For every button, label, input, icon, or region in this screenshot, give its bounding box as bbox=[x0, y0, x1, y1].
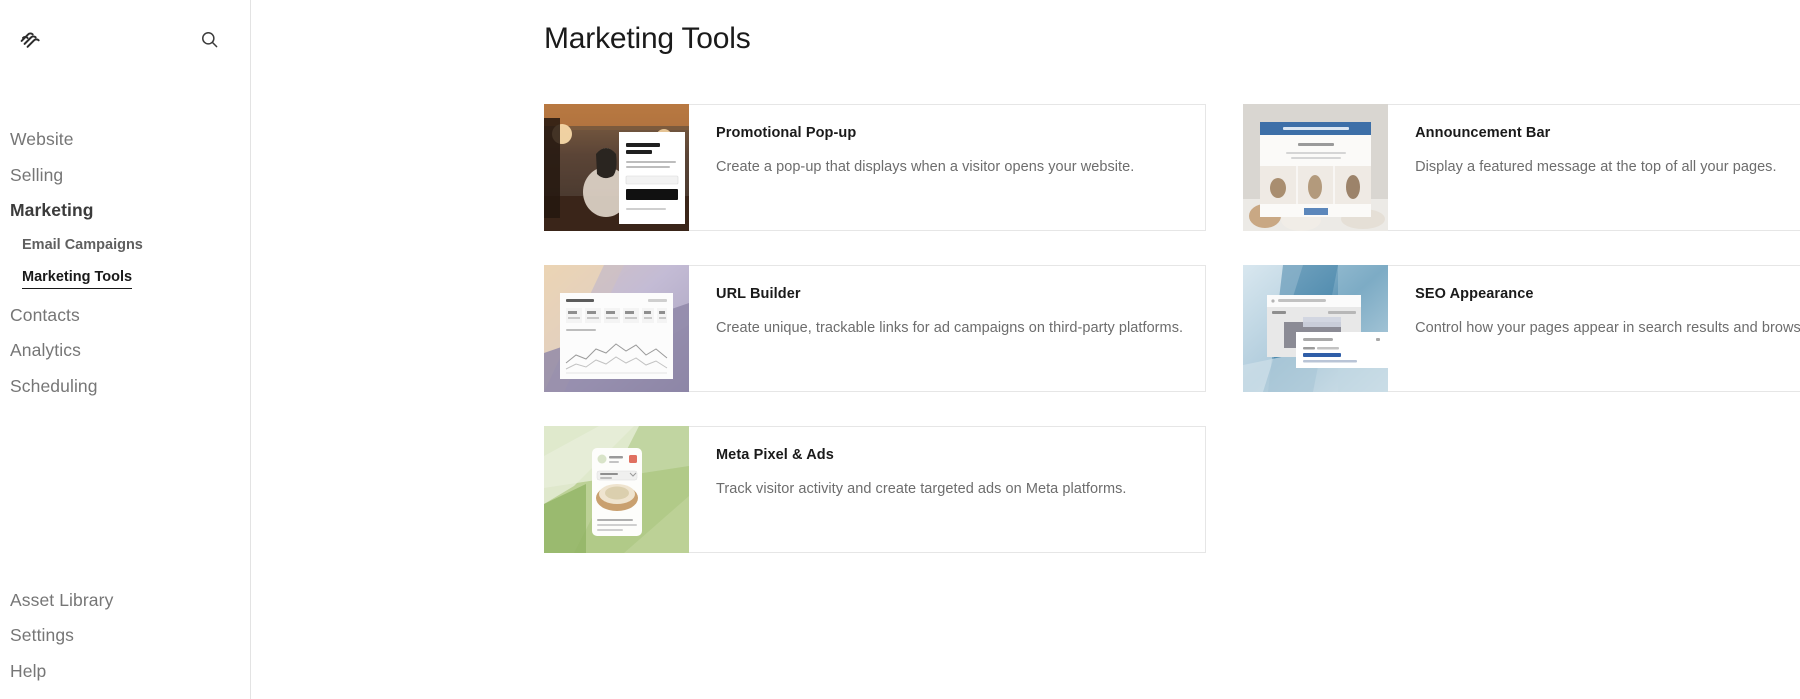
sidebar-item-selling[interactable]: Selling bbox=[10, 158, 250, 194]
app-root: Website Selling Marketing Email Campaign… bbox=[0, 0, 1800, 699]
card-description: Create unique, trackable links for ad ca… bbox=[716, 320, 1184, 337]
sidebar-header bbox=[0, 0, 250, 78]
meta-pixel-thumbnail-image bbox=[544, 426, 689, 553]
card-body: Meta Pixel & Ads Track visitor activity … bbox=[689, 426, 1207, 553]
card-meta-pixel-ads[interactable]: Meta Pixel & Ads Track visitor activity … bbox=[544, 426, 1207, 553]
card-description: Display a featured message at the top of… bbox=[1415, 159, 1777, 176]
sidebar-subitem-email-campaigns[interactable]: Email Campaigns bbox=[10, 229, 250, 262]
main-content: Marketing Tools Promotional Pop-up Creat… bbox=[251, 0, 1800, 699]
sidebar-item-help[interactable]: Help bbox=[10, 654, 230, 690]
card-announcement-bar[interactable]: Announcement Bar Display a featured mess… bbox=[1243, 104, 1800, 231]
sidebar-nav-bottom: Asset Library Settings Help bbox=[10, 583, 230, 690]
card-description: Track visitor activity and create target… bbox=[716, 481, 1127, 498]
sidebar-item-asset-library[interactable]: Asset Library bbox=[10, 583, 230, 619]
card-body: Announcement Bar Display a featured mess… bbox=[1388, 104, 1800, 231]
seo-appearance-thumbnail-image bbox=[1243, 265, 1389, 392]
sidebar-item-analytics[interactable]: Analytics bbox=[10, 333, 250, 369]
card-url-builder[interactable]: URL Builder Create unique, trackable lin… bbox=[544, 265, 1207, 392]
card-body: URL Builder Create unique, trackable lin… bbox=[689, 265, 1207, 392]
sidebar-item-contacts[interactable]: Contacts bbox=[10, 298, 250, 334]
sidebar-subitem-marketing-tools[interactable]: Marketing Tools bbox=[10, 261, 250, 298]
sidebar-item-website[interactable]: Website bbox=[10, 122, 250, 158]
sidebar-subitem-label: Email Campaigns bbox=[22, 236, 143, 253]
sidebar-nav: Website Selling Marketing Email Campaign… bbox=[0, 122, 250, 404]
marketing-tools-grid: Promotional Pop-up Create a pop-up that … bbox=[251, 104, 1800, 553]
search-icon[interactable] bbox=[192, 22, 226, 56]
squarespace-logo-icon[interactable] bbox=[10, 19, 50, 59]
sidebar-item-settings[interactable]: Settings bbox=[10, 618, 230, 654]
page-title: Marketing Tools bbox=[544, 22, 751, 55]
sidebar-item-marketing[interactable]: Marketing bbox=[10, 193, 250, 229]
card-description: Control how your pages appear in search … bbox=[1415, 320, 1800, 337]
card-title: Promotional Pop-up bbox=[716, 125, 857, 141]
url-builder-thumbnail-image bbox=[544, 265, 689, 392]
promotional-popup-thumbnail-image bbox=[544, 104, 689, 231]
sidebar-subitem-label: Marketing Tools bbox=[22, 270, 133, 289]
announcement-bar-thumbnail-image bbox=[1243, 104, 1389, 231]
sidebar: Website Selling Marketing Email Campaign… bbox=[0, 0, 251, 699]
card-promotional-popup[interactable]: Promotional Pop-up Create a pop-up that … bbox=[544, 104, 1207, 231]
card-title: Meta Pixel & Ads bbox=[716, 447, 834, 463]
card-title: URL Builder bbox=[716, 286, 801, 302]
sidebar-item-scheduling[interactable]: Scheduling bbox=[10, 369, 250, 405]
card-seo-appearance[interactable]: SEO Appearance Control how your pages ap… bbox=[1243, 265, 1800, 392]
card-title: Announcement Bar bbox=[1415, 125, 1551, 141]
card-body: SEO Appearance Control how your pages ap… bbox=[1388, 265, 1800, 392]
card-body: Promotional Pop-up Create a pop-up that … bbox=[689, 104, 1207, 231]
card-title: SEO Appearance bbox=[1415, 286, 1534, 302]
card-description: Create a pop-up that displays when a vis… bbox=[716, 159, 1135, 176]
